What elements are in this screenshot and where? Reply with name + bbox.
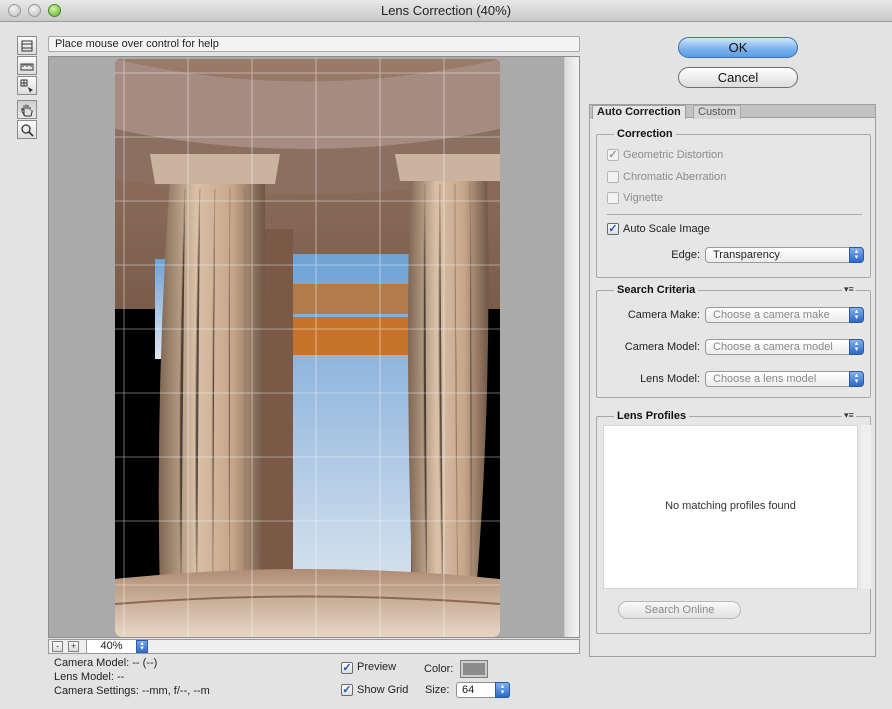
preview-checkbox[interactable]: ✓ [341,662,353,674]
geometric-distortion-label: Geometric Distortion [623,149,724,161]
title-bar: Lens Correction (40%) [0,0,892,22]
zoom-tool[interactable] [17,120,37,139]
hand-tool[interactable] [17,100,37,119]
correction-divider [607,214,862,215]
tab-auto-correction[interactable]: Auto Correction [592,105,686,119]
camera-model-arrows: ▴ ▾ [849,339,864,355]
search-criteria-menu-icon[interactable]: ▾≡ [842,284,856,295]
grid-size-value: 64 [462,684,475,696]
preview-photo [115,59,500,637]
grid-color-swatch[interactable] [460,660,488,678]
camera-make-popup[interactable]: Choose a camera make ▴ ▾ [705,307,864,323]
auto-scale-image-checkbox[interactable]: ✓ [607,223,619,235]
lens-model-value: Choose a lens model [713,373,817,385]
grid-color-label: Color: [424,663,454,675]
zoom-in-button[interactable]: + [68,641,79,652]
camera-model-value: Choose a camera model [713,341,833,353]
chromatic-aberration-checkbox[interactable] [607,171,619,183]
grid-size-field[interactable]: 64 ▴ ▾ [456,682,510,698]
straighten-tool[interactable] [17,56,37,75]
move-grid-tool[interactable] [17,76,37,95]
help-text-bar: Place mouse over control for help [48,36,580,52]
edge-label: Edge: [671,249,700,261]
edge-popup-arrows: ▴ ▾ [849,247,864,263]
show-grid-label: Show Grid [357,684,409,696]
show-grid-checkbox[interactable]: ✓ [341,684,353,696]
lens-model-label: Lens Model: [640,373,700,385]
search-criteria-title: Search Criteria [614,284,699,296]
lens-profiles-menu-icon[interactable]: ▾≡ [842,410,856,421]
lens-model-arrows: ▴ ▾ [849,371,864,387]
preview-scrollbar[interactable] [564,57,579,637]
zoom-stepper[interactable]: ▴ ▾ [136,640,148,653]
chromatic-aberration-label: Chromatic Aberration [623,171,727,183]
correction-group-title: Correction [614,128,676,140]
edge-popup[interactable]: Transparency ▴ ▾ [705,247,864,263]
camera-make-value: Choose a camera make [713,309,830,321]
zoom-bar: - + 40% ▴ ▾ [48,639,580,654]
lens-model-popup[interactable]: Choose a lens model ▴ ▾ [705,371,864,387]
remove-distortion-tool[interactable] [17,36,37,55]
lens-profiles-title: Lens Profiles [614,410,690,422]
grid-size-stepper[interactable]: ▴ ▾ [495,682,510,698]
zoom-level-field[interactable]: 40% [86,640,136,653]
hand-icon [21,104,33,116]
camera-make-arrows: ▴ ▾ [849,307,864,323]
camera-model-popup[interactable]: Choose a camera model ▴ ▾ [705,339,864,355]
remove-distortion-icon [21,40,33,51]
grid-size-label: Size: [425,684,450,696]
ok-button[interactable]: OK [678,37,798,58]
camera-make-label: Camera Make: [627,309,700,321]
straighten-icon [20,63,34,70]
camera-model-label: Camera Model: [624,341,700,353]
cancel-button[interactable]: Cancel [678,67,798,88]
window-title: Lens Correction (40%) [380,3,512,18]
camera-model-info: Camera Model: -- (--) [54,657,158,669]
magnifier-icon [21,123,34,137]
auto-scale-image-label: Auto Scale Image [623,223,710,235]
vignette-label: Vignette [623,192,664,204]
zoom-out-button[interactable]: - [52,641,63,652]
move-grid-icon [20,79,33,93]
lens-profiles-scrollbar[interactable] [861,425,871,589]
search-online-button[interactable]: Search Online [618,601,741,619]
lens-model-info: Lens Model: -- [54,671,125,683]
image-preview-area[interactable] [48,56,580,638]
tab-custom[interactable]: Custom [693,105,741,119]
no-profiles-message: No matching profiles found [665,500,796,512]
edge-value: Transparency [713,249,780,261]
vignette-checkbox[interactable] [607,192,619,204]
geometric-distortion-checkbox[interactable]: ✓ [607,149,619,161]
preview-label: Preview [357,661,397,673]
camera-settings-info: Camera Settings: --mm, f/--, --m [54,685,210,697]
